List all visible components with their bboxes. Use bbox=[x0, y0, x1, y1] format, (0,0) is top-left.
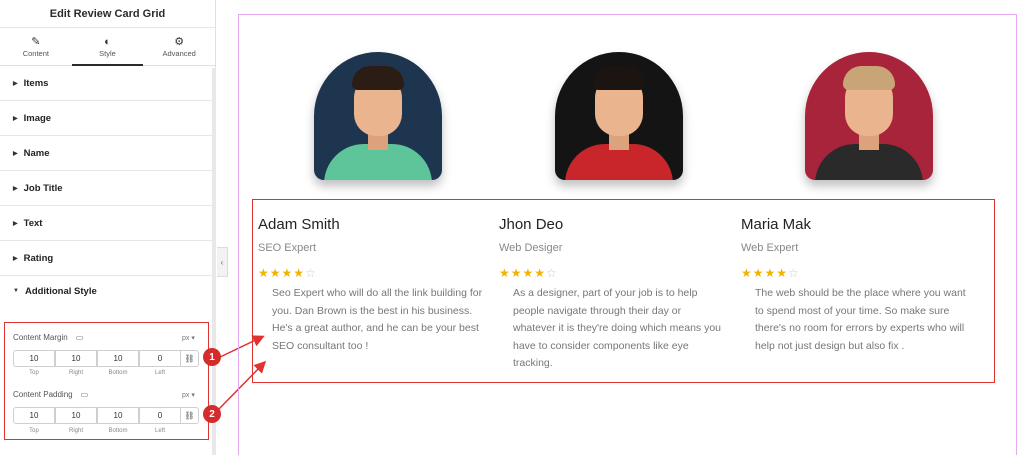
review-card bbox=[499, 52, 739, 180]
annotation-badge-2: 2 bbox=[203, 405, 221, 423]
avatar-hair bbox=[593, 66, 645, 90]
avatar bbox=[805, 52, 933, 180]
star-filled-icons: ★★★★ bbox=[741, 266, 789, 280]
avatar bbox=[555, 52, 683, 180]
card-name: Maria Mak bbox=[741, 216, 812, 233]
card-name: Adam Smith bbox=[258, 216, 340, 233]
card-review-text: As a designer, part of your job is to he… bbox=[513, 287, 722, 369]
avatar-hair bbox=[843, 66, 895, 90]
review-card bbox=[258, 52, 498, 180]
rating-stars: ★★★★☆ bbox=[499, 266, 739, 280]
star-filled-icons: ★★★★ bbox=[258, 266, 306, 280]
annotation-badge-1: 1 bbox=[203, 348, 221, 366]
star-empty-icon: ☆ bbox=[305, 266, 317, 280]
star-empty-icon: ☆ bbox=[788, 266, 800, 280]
rating-stars: ★★★★☆ bbox=[258, 266, 498, 280]
avatar bbox=[314, 52, 442, 180]
star-empty-icon: ☆ bbox=[546, 266, 558, 280]
rating-stars: ★★★★☆ bbox=[741, 266, 981, 280]
avatar-hair bbox=[352, 66, 404, 90]
card-job-title: Web Desiger bbox=[499, 242, 563, 254]
card-name: Jhon Deo bbox=[499, 216, 564, 233]
review-card bbox=[749, 52, 989, 180]
card-review-text: Seo Expert who will do all the link buil… bbox=[272, 287, 483, 352]
card-review-text: The web should be the place where you wa… bbox=[755, 287, 966, 352]
star-filled-icons: ★★★★ bbox=[499, 266, 547, 280]
card-job-title: SEO Expert bbox=[258, 242, 317, 254]
card-job-title: Web Expert bbox=[741, 242, 799, 254]
